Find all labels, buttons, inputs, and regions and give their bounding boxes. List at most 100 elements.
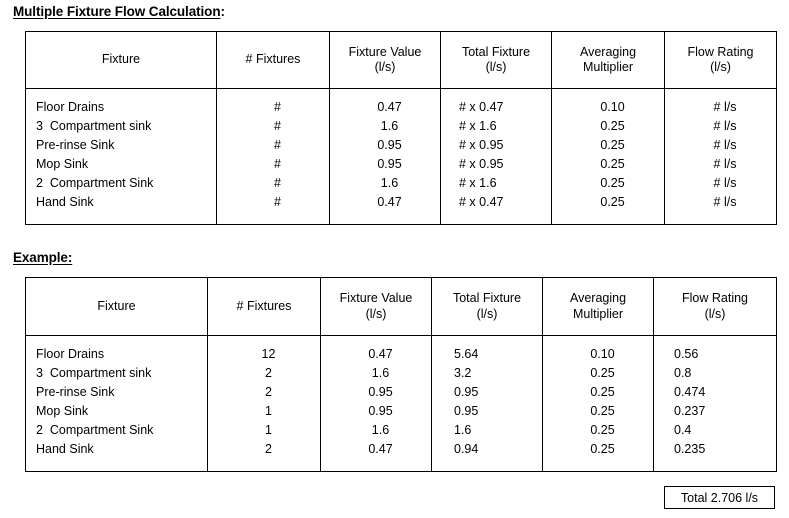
cell-value: # x 0.95 bbox=[459, 138, 504, 152]
cell-value: # bbox=[274, 138, 281, 152]
cell-value: 0.47 bbox=[368, 442, 393, 456]
cell-value: Floor Drains bbox=[36, 100, 105, 114]
column-header-fixture: Fixture bbox=[25, 31, 217, 89]
cell-value: 0.25 bbox=[590, 404, 615, 418]
fixture-value-list: 0.47 1.6 0.95 0.95 1.6 0.47 bbox=[330, 336, 431, 471]
total-fixture-list: # x 0.47 # x 1.6 # x 0.95 # x 0.95 # x 1.6 # … bbox=[459, 89, 551, 224]
cell-value: 0.8 bbox=[674, 366, 692, 380]
cell-value: 0.25 bbox=[600, 138, 625, 152]
num-fixtures-list: # # # # # # bbox=[226, 89, 329, 224]
section-heading-example: Example: bbox=[13, 250, 72, 265]
cell-value: 1.6 bbox=[371, 423, 390, 437]
cell-value: 0.25 bbox=[600, 195, 625, 209]
fixture-name-list: Floor Drains 3 Compartment sink Pre-rinse … bbox=[36, 89, 216, 224]
cell-value: # l/s bbox=[713, 138, 737, 152]
cell-flow-rating: 0.56 0.8 0.474 0.237 0.4 0.235 bbox=[653, 335, 777, 472]
cell-value: 0.25 bbox=[590, 442, 615, 456]
cell-averaging-multiplier: 0.10 0.25 0.25 0.25 0.25 0.25 bbox=[551, 88, 665, 225]
cell-value: # bbox=[274, 100, 281, 114]
cell-fixture-names: Floor Drains 3 Compartment sink Pre-rinse … bbox=[25, 88, 217, 225]
cell-value: 3 Compartment sink bbox=[36, 366, 152, 380]
cell-value: 0.25 bbox=[590, 366, 615, 380]
cell-value: 0.25 bbox=[590, 423, 615, 437]
cell-value: # x 1.6 bbox=[459, 119, 497, 133]
column-header-line1: Total Fixture bbox=[452, 291, 522, 306]
column-header-line1: Averaging bbox=[579, 44, 637, 59]
cell-value: 0.95 bbox=[377, 138, 402, 152]
column-header-line2: (l/s) bbox=[476, 306, 498, 321]
cell-value: # l/s bbox=[713, 100, 737, 114]
cell-value: Mop Sink bbox=[36, 404, 89, 418]
cell-value: 0.56 bbox=[674, 347, 699, 361]
column-header-line1: # Fixtures bbox=[245, 52, 301, 67]
section-heading-example-text: Example: bbox=[13, 250, 73, 265]
column-header-num-fixtures: # Fixtures bbox=[207, 277, 321, 336]
column-header-line1: # Fixtures bbox=[236, 298, 292, 313]
cell-value: # bbox=[274, 157, 281, 171]
fixture-value-list: 0.47 1.6 0.95 0.95 1.6 0.47 bbox=[339, 89, 440, 224]
cell-value: 1 bbox=[265, 404, 272, 418]
cell-value: 0.10 bbox=[600, 100, 625, 114]
cell-value: 2 Compartment Sink bbox=[36, 176, 154, 190]
cell-value: 0.25 bbox=[590, 385, 615, 399]
table-header-row: Fixture # Fixtures Fixture Value (l/s) T… bbox=[25, 277, 777, 336]
example-table: Fixture # Fixtures Fixture Value (l/s) T… bbox=[25, 277, 777, 472]
column-header-line2: Multiplier bbox=[582, 60, 633, 74]
cell-value: 3.2 bbox=[454, 366, 472, 380]
cell-value: # l/s bbox=[713, 119, 737, 133]
column-header-averaging-multiplier: Averaging Multiplier bbox=[542, 277, 654, 336]
total-flow-label: Total 2.706 l/s bbox=[680, 490, 759, 505]
cell-value: # x 0.47 bbox=[459, 100, 504, 114]
cell-fixture-names: Floor Drains 3 Compartment sink Pre-rinse … bbox=[25, 335, 208, 472]
cell-value: 0.95 bbox=[454, 404, 479, 418]
column-header-line1: Total Fixture bbox=[461, 44, 531, 59]
flow-rating-list: 0.56 0.8 0.474 0.237 0.4 0.235 bbox=[674, 336, 776, 471]
column-header-fixture: Fixture bbox=[25, 277, 208, 336]
cell-value: 1 bbox=[265, 423, 272, 437]
cell-value: 0.237 bbox=[674, 404, 706, 418]
column-header-line1: Flow Rating bbox=[682, 291, 748, 306]
cell-total-fixture: 5.64 3.2 0.95 0.95 1.6 0.94 bbox=[431, 335, 543, 472]
cell-flow-rating: # l/s # l/s # l/s # l/s # l/s # l/s bbox=[664, 88, 777, 225]
cell-value: 2 bbox=[265, 366, 272, 380]
column-header-line1: Fixture Value bbox=[348, 44, 422, 59]
cell-value: 0.4 bbox=[674, 423, 692, 437]
cell-value: Hand Sink bbox=[36, 442, 94, 456]
cell-value: # bbox=[274, 195, 281, 209]
cell-value: 0.95 bbox=[368, 385, 393, 399]
cell-value: 2 Compartment Sink bbox=[36, 423, 154, 437]
cell-num-fixtures: 12 2 2 1 1 2 bbox=[207, 335, 321, 472]
cell-value: 0.95 bbox=[454, 385, 479, 399]
calculation-table: Fixture # Fixtures Fixture Value (l/s) T… bbox=[25, 31, 777, 225]
cell-value: 0.95 bbox=[377, 157, 402, 171]
section-heading-calculation: Multiple Fixture Flow Calculation: bbox=[13, 4, 225, 19]
cell-value: # l/s bbox=[713, 195, 737, 209]
section-heading-calculation-text: Multiple Fixture Flow Calculation bbox=[13, 4, 221, 19]
cell-value: 5.64 bbox=[454, 347, 479, 361]
cell-value: 0.235 bbox=[674, 442, 706, 456]
cell-value: Pre-rinse Sink bbox=[36, 138, 115, 152]
cell-value: 0.47 bbox=[377, 100, 402, 114]
cell-num-fixtures: # # # # # # bbox=[216, 88, 330, 225]
cell-value: # x 1.6 bbox=[459, 176, 497, 190]
column-header-total-fixture: Total Fixture (l/s) bbox=[431, 277, 543, 336]
cell-total-fixture: # x 0.47 # x 1.6 # x 0.95 # x 0.95 # x 1.6 # … bbox=[440, 88, 552, 225]
cell-value: 0.25 bbox=[600, 176, 625, 190]
cell-value: 1.6 bbox=[380, 176, 399, 190]
cell-value: 2 bbox=[265, 385, 272, 399]
averaging-multiplier-list: 0.10 0.25 0.25 0.25 0.25 0.25 bbox=[552, 336, 653, 471]
column-header-line2: (l/s) bbox=[485, 60, 507, 74]
cell-value: 3 Compartment sink bbox=[36, 119, 152, 133]
column-header-fixture-value: Fixture Value (l/s) bbox=[329, 31, 441, 89]
column-header-line2: (l/s) bbox=[710, 60, 731, 74]
cell-value: 0.47 bbox=[377, 195, 402, 209]
column-header-line1: Averaging bbox=[569, 291, 627, 306]
table-header-row: Fixture # Fixtures Fixture Value (l/s) T… bbox=[25, 31, 777, 89]
cell-value: # l/s bbox=[713, 157, 737, 171]
section-heading-calculation-colon: : bbox=[220, 4, 225, 19]
column-header-averaging-multiplier: Averaging Multiplier bbox=[551, 31, 665, 89]
total-fixture-list: 5.64 3.2 0.95 0.95 1.6 0.94 bbox=[454, 336, 542, 471]
cell-value: 0.10 bbox=[590, 347, 615, 361]
cell-averaging-multiplier: 0.10 0.25 0.25 0.25 0.25 0.25 bbox=[542, 335, 654, 472]
cell-value: # l/s bbox=[713, 176, 737, 190]
